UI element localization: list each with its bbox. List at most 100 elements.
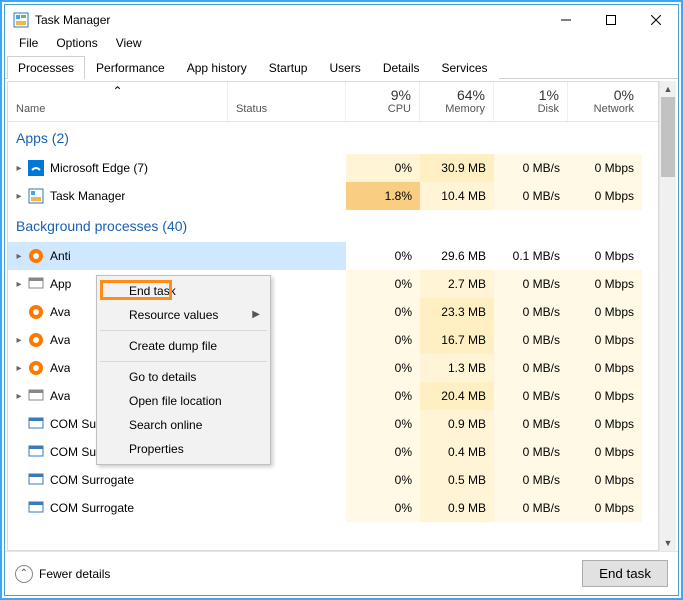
process-name: Task Manager xyxy=(50,189,125,203)
task-manager-window: Task Manager File Options View Processes… xyxy=(4,4,679,596)
expand-icon[interactable]: ▸ xyxy=(12,335,26,346)
network-cell: 0 Mbps xyxy=(568,494,642,522)
col-status[interactable]: Status xyxy=(228,82,346,121)
process-icon xyxy=(28,388,44,404)
memory-cell: 30.9 MB xyxy=(420,154,494,182)
expand-icon[interactable]: ▸ xyxy=(12,279,26,290)
memory-cell: 10.4 MB xyxy=(420,182,494,210)
expand-icon[interactable]: ▸ xyxy=(12,163,26,174)
cpu-cell: 0% xyxy=(346,494,420,522)
process-icon xyxy=(28,472,44,488)
tab-users[interactable]: Users xyxy=(318,56,371,79)
tab-details[interactable]: Details xyxy=(372,56,431,79)
expand-icon[interactable]: ▸ xyxy=(12,191,26,202)
col-name[interactable]: ⌃ Name xyxy=(8,82,228,121)
process-icon xyxy=(28,160,44,176)
context-menu-item[interactable]: Create dump file xyxy=(99,334,268,358)
process-row[interactable]: ▸Anti0%29.6 MB0.1 MB/s0 Mbps xyxy=(8,242,658,270)
maximize-button[interactable] xyxy=(588,5,633,35)
menu-file[interactable]: File xyxy=(11,34,46,52)
process-name: Ava xyxy=(50,333,70,347)
network-cell: 0 Mbps xyxy=(568,242,642,270)
process-icon xyxy=(28,500,44,516)
network-cell: 0 Mbps xyxy=(568,182,642,210)
scroll-thumb[interactable] xyxy=(661,97,675,177)
process-row[interactable]: COM Surrogate0%0.9 MB0 MB/s0 Mbps xyxy=(8,494,658,522)
context-menu-item[interactable]: Properties xyxy=(99,437,268,461)
context-menu-separator xyxy=(100,361,267,362)
network-cell: 0 Mbps xyxy=(568,466,642,494)
disk-cell: 0 MB/s xyxy=(494,466,568,494)
col-network[interactable]: 0% Network xyxy=(568,82,642,121)
expand-icon[interactable]: ▸ xyxy=(12,363,26,374)
network-cell: 0 Mbps xyxy=(568,298,642,326)
disk-cell: 0 MB/s xyxy=(494,298,568,326)
disk-cell: 0 MB/s xyxy=(494,270,568,298)
disk-cell: 0 MB/s xyxy=(494,354,568,382)
submenu-arrow-icon: ▶ xyxy=(252,309,260,320)
context-menu: End taskResource values▶ Create dump file… xyxy=(96,275,271,465)
tab-performance[interactable]: Performance xyxy=(85,56,176,79)
col-disk[interactable]: 1% Disk xyxy=(494,82,568,121)
context-menu-item[interactable]: Open file location xyxy=(99,389,268,413)
cpu-cell: 0% xyxy=(346,438,420,466)
titlebar[interactable]: Task Manager xyxy=(5,5,678,35)
network-cell: 0 Mbps xyxy=(568,326,642,354)
menu-view[interactable]: View xyxy=(108,34,150,52)
disk-cell: 0 MB/s xyxy=(494,410,568,438)
tab-startup[interactable]: Startup xyxy=(258,56,319,79)
tab-services[interactable]: Services xyxy=(431,56,499,79)
process-name: Microsoft Edge (7) xyxy=(50,161,148,175)
col-cpu[interactable]: 9% CPU xyxy=(346,82,420,121)
expand-icon[interactable]: ▸ xyxy=(12,391,26,402)
tab-processes[interactable]: Processes xyxy=(7,56,85,79)
cpu-cell: 0% xyxy=(346,354,420,382)
context-menu-item[interactable]: Resource values▶ xyxy=(99,303,268,327)
disk-cell: 0 MB/s xyxy=(494,438,568,466)
expand-icon[interactable]: ▸ xyxy=(12,251,26,262)
window-title: Task Manager xyxy=(35,13,110,27)
cpu-cell: 0% xyxy=(346,154,420,182)
memory-cell: 23.3 MB xyxy=(420,298,494,326)
scroll-down-icon[interactable]: ▼ xyxy=(660,535,676,551)
process-icon xyxy=(28,332,44,348)
disk-cell: 0 MB/s xyxy=(494,382,568,410)
scroll-up-icon[interactable]: ▲ xyxy=(660,81,676,97)
cpu-cell: 0% xyxy=(346,410,420,438)
process-name: Anti xyxy=(50,249,71,263)
sort-indicator-icon: ⌃ xyxy=(112,84,122,98)
process-row[interactable]: ▸Microsoft Edge (7)0%30.9 MB0 MB/s0 Mbps xyxy=(8,154,658,182)
cpu-cell: 1.8% xyxy=(346,182,420,210)
process-row[interactable]: ▸Task Manager1.8%10.4 MB0 MB/s0 Mbps xyxy=(8,182,658,210)
process-icon xyxy=(28,276,44,292)
process-icon xyxy=(28,360,44,376)
close-button[interactable] xyxy=(633,5,678,35)
network-cell: 0 Mbps xyxy=(568,354,642,382)
memory-cell: 16.7 MB xyxy=(420,326,494,354)
tab-strip: Processes Performance App history Startu… xyxy=(5,55,678,79)
context-menu-item[interactable]: Search online xyxy=(99,413,268,437)
network-cell: 0 Mbps xyxy=(568,270,642,298)
process-icon xyxy=(28,248,44,264)
app-icon xyxy=(13,12,29,28)
minimize-button[interactable] xyxy=(543,5,588,35)
network-cell: 0 Mbps xyxy=(568,438,642,466)
disk-cell: 0 MB/s xyxy=(494,154,568,182)
context-menu-item[interactable]: End task xyxy=(99,279,268,303)
memory-cell: 0.9 MB xyxy=(420,410,494,438)
menu-options[interactable]: Options xyxy=(48,34,105,52)
cpu-cell: 0% xyxy=(346,298,420,326)
disk-cell: 0 MB/s xyxy=(494,494,568,522)
vertical-scrollbar[interactable]: ▲ ▼ xyxy=(659,81,676,551)
context-menu-item[interactable]: Go to details xyxy=(99,365,268,389)
fewer-details-toggle[interactable]: ⌃ Fewer details xyxy=(15,565,110,583)
process-row[interactable]: COM Surrogate0%0.5 MB0 MB/s0 Mbps xyxy=(8,466,658,494)
table-header: ⌃ Name Status 9% CPU 64% Memory 1% Disk xyxy=(8,82,658,122)
end-task-button[interactable]: End task xyxy=(582,560,668,587)
chevron-up-icon: ⌃ xyxy=(15,565,33,583)
disk-cell: 0.1 MB/s xyxy=(494,242,568,270)
col-memory[interactable]: 64% Memory xyxy=(420,82,494,121)
process-name: Ava xyxy=(50,305,70,319)
cpu-cell: 0% xyxy=(346,466,420,494)
tab-app-history[interactable]: App history xyxy=(176,56,258,79)
